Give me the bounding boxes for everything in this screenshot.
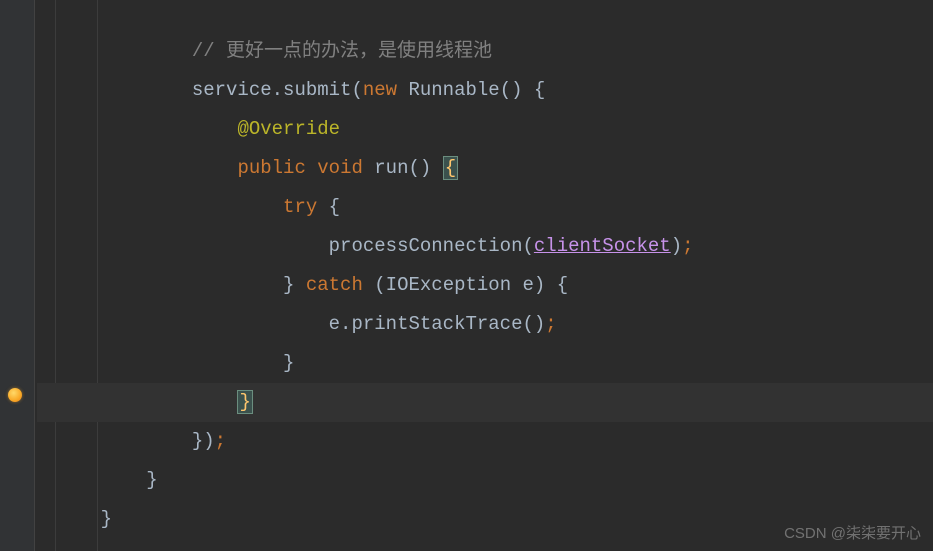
code-line[interactable]: service.submit(new Runnable() { (37, 71, 933, 110)
brace-match-open: { (443, 156, 458, 180)
code-text: }); (55, 430, 226, 452)
code-line[interactable]: processConnection(clientSocket); (37, 227, 933, 266)
code-editor[interactable]: // 更好一点的办法，是使用线程池 service.submit(new Run… (37, 0, 933, 551)
code-text: public void run() { (55, 156, 458, 180)
code-text: } (55, 390, 253, 414)
lightbulb-icon[interactable] (8, 388, 24, 404)
code-line[interactable]: } (37, 344, 933, 383)
code-text: e.printStackTrace(); (55, 313, 557, 335)
code-text: } catch (IOException e) { (55, 274, 568, 296)
code-line[interactable]: // 更好一点的办法，是使用线程池 (37, 32, 933, 71)
variable-clientSocket: clientSocket (534, 235, 671, 257)
code-line[interactable]: } catch (IOException e) { (37, 266, 933, 305)
watermark-text: CSDN @柒柒要开心 (784, 522, 921, 543)
code-text: processConnection(clientSocket); (55, 235, 694, 257)
code-text: } (55, 508, 112, 530)
code-text: } (55, 352, 294, 374)
code-line[interactable]: e.printStackTrace(); (37, 305, 933, 344)
code-line[interactable]: try { (37, 188, 933, 227)
code-text: service.submit(new Runnable() { (55, 79, 545, 101)
code-text: try { (55, 196, 340, 218)
code-text: } (55, 469, 158, 491)
code-line[interactable]: public void run() { (37, 149, 933, 188)
brace-match-close: } (237, 390, 252, 414)
code-line[interactable]: } (37, 461, 933, 500)
code-text: @Override (55, 118, 340, 140)
editor-gutter (0, 0, 35, 551)
code-line-active[interactable]: } (37, 383, 933, 422)
code-line[interactable]: }); (37, 422, 933, 461)
comment-text: // 更好一点的办法，是使用线程池 (55, 40, 492, 62)
code-line[interactable]: @Override (37, 110, 933, 149)
